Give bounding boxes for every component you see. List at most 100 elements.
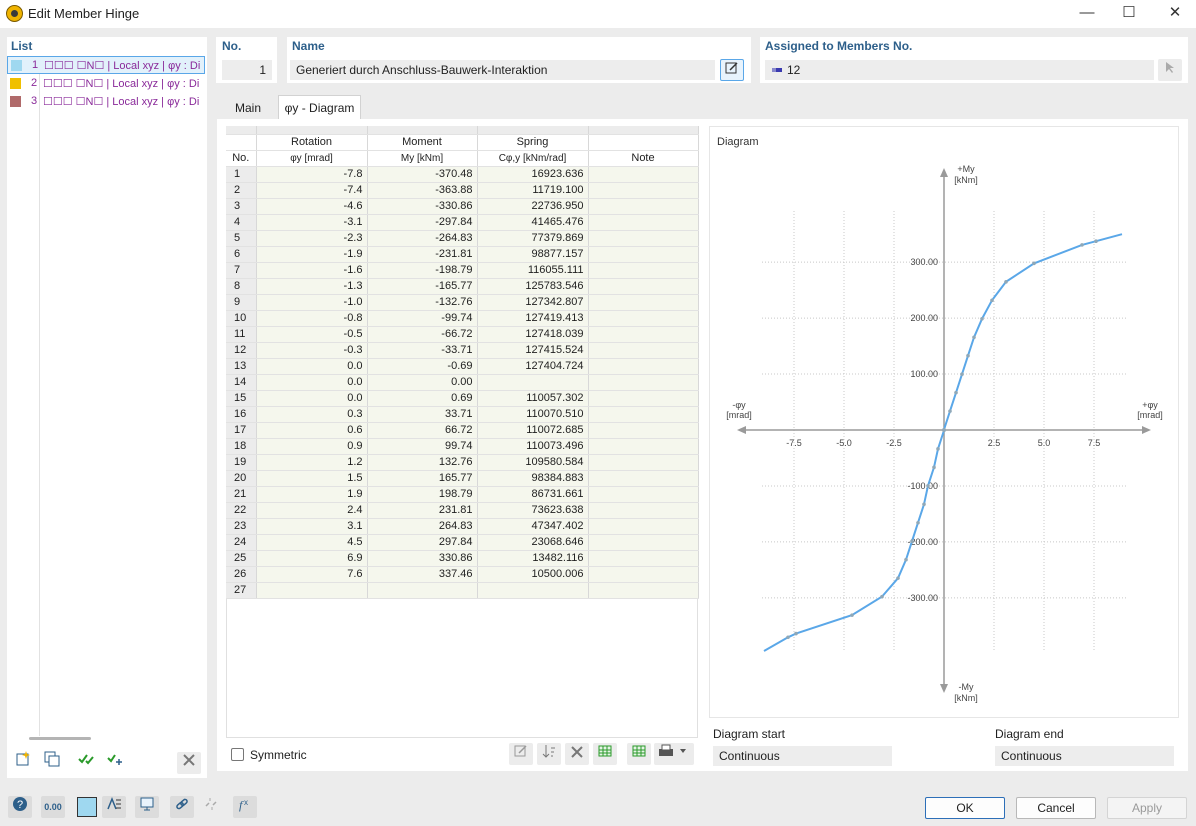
moment-cell[interactable]: -363.88 — [367, 182, 478, 199]
spring-cell[interactable]: 23068.646 — [477, 534, 589, 551]
moment-cell[interactable]: 198.79 — [367, 486, 478, 503]
rotation-cell[interactable]: 2.4 — [256, 502, 368, 519]
moment-cell[interactable]: 297.84 — [367, 534, 478, 551]
rotation-cell[interactable]: -1.0 — [256, 294, 368, 311]
close-window-button[interactable]: ✕ — [1152, 0, 1196, 28]
rotation-cell[interactable]: 0.3 — [256, 406, 368, 423]
table-row[interactable]: 9 -1.0 -132.76 127342.807 — [226, 294, 699, 311]
moment-cell[interactable]: -0.69 — [367, 358, 478, 375]
list-scrollbar[interactable] — [29, 737, 91, 740]
moment-cell[interactable]: -264.83 — [367, 230, 478, 247]
rotation-cell[interactable]: -1.9 — [256, 246, 368, 263]
spring-cell[interactable]: 41465.476 — [477, 214, 589, 231]
table-row[interactable]: 17 0.6 66.72 110072.685 — [226, 422, 699, 439]
rotation-cell[interactable]: -0.3 — [256, 342, 368, 359]
spring-cell[interactable]: 125783.546 — [477, 278, 589, 295]
note-cell[interactable] — [588, 582, 699, 599]
note-cell[interactable] — [588, 518, 699, 535]
moment-cell[interactable]: 0.00 — [367, 374, 478, 391]
new-item-icon[interactable] — [11, 750, 35, 772]
table-row[interactable]: 26 7.6 337.46 10500.006 — [226, 566, 699, 583]
table-row[interactable]: 2 -7.4 -363.88 11719.100 — [226, 182, 699, 199]
spring-cell[interactable]: 47347.402 — [477, 518, 589, 535]
note-cell[interactable] — [588, 230, 699, 247]
check-all-icon[interactable] — [74, 750, 98, 772]
moment-cell[interactable]: -198.79 — [367, 262, 478, 279]
table-row[interactable]: 5 -2.3 -264.83 77379.869 — [226, 230, 699, 247]
note-cell[interactable] — [588, 550, 699, 567]
table-row[interactable]: 7 -1.6 -198.79 116055.111 — [226, 262, 699, 279]
moment-cell[interactable]: 132.76 — [367, 454, 478, 471]
copy-item-icon[interactable] — [40, 750, 64, 772]
note-cell[interactable] — [588, 326, 699, 343]
table-row[interactable]: 21 1.9 198.79 86731.661 — [226, 486, 699, 503]
name-field[interactable]: Generiert durch Anschluss-Bauwerk-Intera… — [290, 60, 715, 80]
spring-cell[interactable]: 110057.302 — [477, 390, 589, 407]
rotation-cell[interactable]: 0.0 — [256, 390, 368, 407]
note-cell[interactable] — [588, 406, 699, 423]
moment-cell[interactable]: 99.74 — [367, 438, 478, 455]
moment-cell[interactable]: 337.46 — [367, 566, 478, 583]
table-row[interactable]: 20 1.5 165.77 98384.883 — [226, 470, 699, 487]
rotation-cell[interactable]: 0.9 — [256, 438, 368, 455]
table-row[interactable]: 18 0.9 99.74 110073.496 — [226, 438, 699, 455]
diagram-end-select[interactable]: Continuous — [995, 746, 1174, 766]
table-row[interactable]: 19 1.2 132.76 109580.584 — [226, 454, 699, 471]
spring-cell[interactable]: 77379.869 — [477, 230, 589, 247]
spring-cell[interactable]: 109580.584 — [477, 454, 589, 471]
moment-cell[interactable]: -297.84 — [367, 214, 478, 231]
unlink-icon[interactable] — [199, 796, 223, 818]
table-row[interactable]: 8 -1.3 -165.77 125783.546 — [226, 278, 699, 295]
rotation-cell[interactable]: -0.5 — [256, 326, 368, 343]
rotation-cell[interactable]: 1.2 — [256, 454, 368, 471]
delete-row-icon[interactable] — [565, 743, 589, 765]
help-icon[interactable]: ? — [8, 796, 32, 818]
spring-cell[interactable]: 13482.116 — [477, 550, 589, 567]
export-table-icon[interactable] — [627, 743, 651, 765]
table-row[interactable]: 3 -4.6 -330.86 22736.950 — [226, 198, 699, 215]
ok-button[interactable]: OK — [925, 797, 1005, 819]
note-cell[interactable] — [588, 422, 699, 439]
rotation-cell[interactable]: -7.8 — [256, 166, 368, 183]
assigned-members-field[interactable]: 12 — [765, 60, 1154, 80]
rotation-cell[interactable]: 1.9 — [256, 486, 368, 503]
number-field[interactable]: 1 — [222, 60, 272, 80]
note-cell[interactable] — [588, 454, 699, 471]
rotation-cell[interactable]: 1.5 — [256, 470, 368, 487]
moment-cell[interactable]: 33.71 — [367, 406, 478, 423]
display-settings-icon[interactable] — [102, 796, 126, 818]
minimize-button[interactable]: — — [1064, 0, 1110, 28]
moment-cell[interactable]: -330.86 — [367, 198, 478, 215]
spring-cell[interactable]: 11719.100 — [477, 182, 589, 199]
cancel-button[interactable]: Cancel — [1016, 797, 1096, 819]
import-table-icon[interactable] — [593, 743, 617, 765]
rotation-cell[interactable]: -1.3 — [256, 278, 368, 295]
moment-cell[interactable]: 165.77 — [367, 470, 478, 487]
rotation-cell[interactable]: 4.5 — [256, 534, 368, 551]
rotation-cell[interactable]: 0.0 — [256, 374, 368, 391]
note-cell[interactable] — [588, 262, 699, 279]
select-members-icon[interactable] — [1158, 59, 1182, 81]
rotation-cell[interactable]: -4.6 — [256, 198, 368, 215]
tab-main[interactable]: Main — [222, 96, 274, 120]
spring-cell[interactable]: 127418.039 — [477, 326, 589, 343]
spring-cell[interactable]: 22736.950 — [477, 198, 589, 215]
spring-cell[interactable]: 110072.685 — [477, 422, 589, 439]
moment-cell[interactable]: -231.81 — [367, 246, 478, 263]
spring-cell[interactable]: 16923.636 — [477, 166, 589, 183]
decimals-icon[interactable]: 0.00 — [41, 796, 65, 818]
moment-cell[interactable]: -132.76 — [367, 294, 478, 311]
rotation-cell[interactable]: 0.6 — [256, 422, 368, 439]
view-model-icon[interactable] — [135, 796, 159, 818]
apply-button[interactable]: Apply — [1107, 797, 1187, 819]
spring-cell[interactable]: 110070.510 — [477, 406, 589, 423]
table-row[interactable]: 23 3.1 264.83 47347.402 — [226, 518, 699, 535]
rotation-cell[interactable]: 3.1 — [256, 518, 368, 535]
moment-cell[interactable]: -370.48 — [367, 166, 478, 183]
note-cell[interactable] — [588, 342, 699, 359]
note-cell[interactable] — [588, 566, 699, 583]
table-row[interactable]: 16 0.3 33.71 110070.510 — [226, 406, 699, 423]
toggle-check-icon[interactable] — [103, 750, 127, 772]
table-row[interactable]: 24 4.5 297.84 23068.646 — [226, 534, 699, 551]
spring-cell[interactable] — [477, 582, 589, 599]
